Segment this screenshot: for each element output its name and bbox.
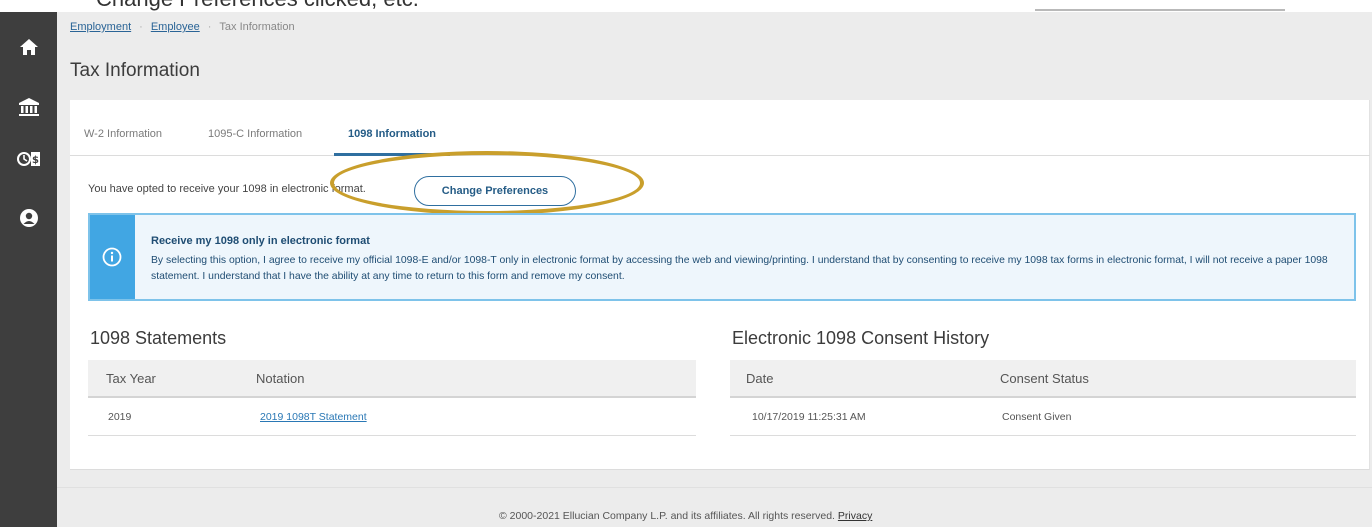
cell-consent-status: Consent Given bbox=[1002, 411, 1072, 423]
top-strip: Change Preferences clicked, etc. bbox=[0, 0, 1372, 12]
cropped-divider bbox=[1035, 9, 1285, 11]
finance-icon[interactable]: $ bbox=[16, 146, 42, 172]
breadcrumb: Employment · Employee · Tax Information bbox=[70, 21, 295, 33]
header-tax-year: Tax Year bbox=[106, 371, 156, 386]
footer-text: © 2000-2021 Ellucian Company L.P. and it… bbox=[499, 510, 872, 522]
copyright-text: © 2000-2021 Ellucian Company L.P. and it… bbox=[499, 510, 835, 522]
info-title: Receive my 1098 only in electronic forma… bbox=[151, 235, 370, 247]
breadcrumb-employee[interactable]: Employee bbox=[151, 21, 200, 33]
info-body: By selecting this option, I agree to rec… bbox=[151, 255, 1328, 282]
user-icon[interactable] bbox=[16, 205, 42, 231]
cropped-caption: Change Preferences clicked, etc. bbox=[96, 0, 419, 12]
footer: © 2000-2021 Ellucian Company L.P. and it… bbox=[57, 487, 1372, 527]
tab-w2-information[interactable]: W-2 Information bbox=[84, 118, 162, 156]
statements-title: 1098 Statements bbox=[90, 328, 227, 348]
cell-tax-year: 2019 bbox=[108, 411, 132, 423]
breadcrumb-separator: · bbox=[139, 21, 143, 33]
breadcrumb-employment[interactable]: Employment bbox=[70, 21, 131, 33]
breadcrumb-separator: · bbox=[207, 21, 212, 33]
optin-status-text: You have opted to receive your 1098 in e… bbox=[88, 183, 366, 195]
table-header: Tax Year Notation bbox=[88, 360, 696, 398]
svg-text:$: $ bbox=[32, 155, 39, 166]
breadcrumb-current: Tax Information bbox=[219, 21, 295, 33]
cell-date: 10/17/2019 11:25:31 AM bbox=[752, 411, 866, 423]
table-row: 2019 2019 1098T Statement bbox=[88, 400, 696, 436]
tab-1098-information[interactable]: 1098 Information bbox=[334, 118, 451, 156]
privacy-link[interactable]: Privacy bbox=[838, 510, 872, 522]
highlight-ellipse bbox=[330, 151, 644, 215]
tab-1095c-information[interactable]: 1095-C Information bbox=[208, 118, 302, 156]
table-row: 10/17/2019 11:25:31 AM Consent Given bbox=[730, 400, 1356, 436]
table-header: Date Consent Status bbox=[730, 360, 1356, 398]
bank-icon[interactable] bbox=[16, 94, 42, 120]
page-title: Tax Information bbox=[70, 60, 200, 81]
header-notation: Notation bbox=[256, 371, 305, 386]
info-message: Receive my 1098 only in electronic forma… bbox=[88, 213, 1356, 301]
consent-history-title: Electronic 1098 Consent History bbox=[732, 328, 990, 348]
sidebar-nav: $ bbox=[0, 12, 57, 527]
statement-link[interactable]: 2019 1098T Statement bbox=[260, 411, 367, 423]
info-bar bbox=[90, 215, 135, 299]
header-date: Date bbox=[746, 371, 774, 386]
home-icon[interactable] bbox=[16, 34, 42, 60]
info-icon bbox=[102, 247, 122, 272]
header-consent-status: Consent Status bbox=[1000, 371, 1089, 386]
tab-bar: W-2 Information 1095-C Information 1098 … bbox=[70, 118, 1370, 156]
